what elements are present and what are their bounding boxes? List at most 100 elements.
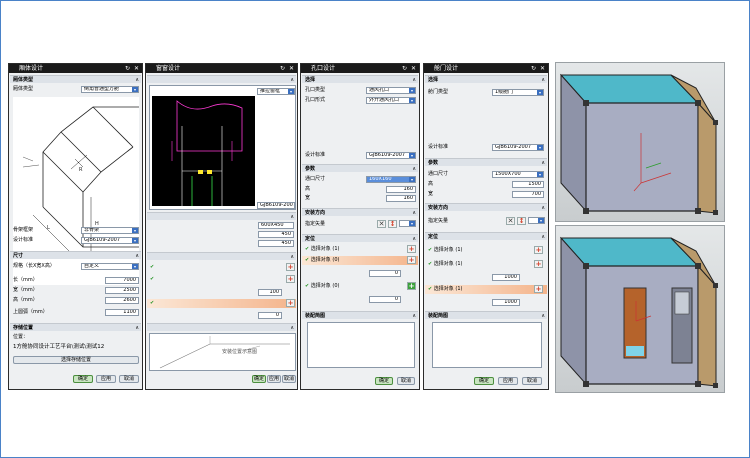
section-position[interactable]: ∧ bbox=[147, 252, 296, 260]
ok-button[interactable]: 确定 bbox=[375, 377, 393, 385]
vector-icon[interactable]: ↕ bbox=[517, 217, 526, 225]
hole-type-select[interactable]: 通风孔口 ▾ bbox=[366, 87, 416, 94]
height-input[interactable]: 1500 bbox=[512, 181, 544, 188]
width-input[interactable]: 160 bbox=[386, 195, 416, 202]
ok-button[interactable]: 确定 bbox=[474, 377, 494, 385]
offset-input-2[interactable]: 0 bbox=[369, 296, 401, 303]
spec-select[interactable]: 自定义 ▾ bbox=[81, 263, 139, 270]
offset-input-1[interactable]: 1000 bbox=[492, 274, 520, 281]
collapse-icon[interactable]: ∧ bbox=[135, 252, 139, 260]
standard-select[interactable]: GJB6109-2007 ▾ bbox=[492, 144, 544, 151]
height-input[interactable]: 160 bbox=[386, 186, 416, 193]
skeleton-select[interactable]: 非骨架 ▾ bbox=[81, 227, 139, 234]
offset-input-1[interactable]: 0 bbox=[369, 270, 401, 277]
section-preview[interactable]: 装配简图 ∧ bbox=[425, 311, 547, 319]
select-object-2[interactable]: 选择对象 (1) bbox=[434, 261, 463, 267]
vector-icon[interactable]: ↕ bbox=[388, 220, 397, 228]
hole-form-label: 孔口形式 bbox=[305, 97, 326, 103]
section-select[interactable]: 选择 ∧ bbox=[425, 75, 547, 83]
size-label: 通口尺寸 bbox=[428, 171, 449, 177]
section-storage[interactable]: 存储位置 ∧ bbox=[10, 323, 141, 331]
window-controls-icon[interactable]: ↻ ✕ bbox=[125, 64, 140, 73]
standard-label: 设计标准 bbox=[305, 152, 326, 158]
select-object-3[interactable]: 选择对象 (0) bbox=[311, 283, 340, 289]
check-icon: ✔ bbox=[428, 286, 433, 292]
select-location-button[interactable]: 选择存储位置 bbox=[13, 356, 139, 364]
section-direction[interactable]: 安装方向 ∧ bbox=[302, 208, 418, 216]
section-direction[interactable]: 安装方向 ∧ bbox=[425, 203, 547, 211]
length-label: 长（mm） bbox=[13, 277, 38, 283]
cabin-type-select[interactable]: 倒角普通型方舱 ▾ bbox=[81, 86, 139, 93]
dialog-title: 孔口设计 bbox=[311, 65, 336, 72]
size-select[interactable]: 600X450 bbox=[258, 222, 294, 229]
apply-button[interactable]: 应用 bbox=[267, 375, 281, 383]
length-input[interactable]: 7000 bbox=[105, 277, 139, 284]
standard-select[interactable]: GJB6109-2007 bbox=[257, 202, 295, 209]
door-type-select[interactable]: 1级舱门 ▾ bbox=[492, 89, 544, 96]
section-size[interactable]: 尺寸 ∧ bbox=[10, 251, 141, 259]
ok-button[interactable]: 确定 bbox=[252, 375, 266, 383]
standard-select[interactable]: GJB6109-2007 ▾ bbox=[366, 152, 416, 159]
window-option-select[interactable]: 推拉窗框 ▾ bbox=[257, 88, 295, 95]
crosshair-icon[interactable]: + bbox=[286, 275, 295, 283]
cancel-button[interactable]: 取消 bbox=[522, 377, 542, 385]
width-input[interactable]: 450 bbox=[258, 240, 294, 247]
crosshair-icon[interactable]: + bbox=[407, 245, 416, 253]
width-input[interactable]: 700 bbox=[512, 191, 544, 198]
section-cabin-type[interactable]: 厢体类型 ∧ bbox=[10, 75, 141, 83]
crosshair-icon[interactable]: + bbox=[286, 263, 295, 271]
height-input[interactable]: 2600 bbox=[105, 297, 139, 304]
section-select[interactable]: ∧ bbox=[147, 75, 296, 83]
section-params[interactable]: 参数 ∧ bbox=[425, 158, 547, 166]
select-object-1[interactable]: 选择对象 (1) bbox=[311, 246, 340, 252]
vector-select[interactable]: ▾ bbox=[399, 220, 416, 227]
crosshair-icon[interactable]: + bbox=[534, 260, 543, 268]
section-position[interactable]: 定位 ∧ bbox=[425, 232, 547, 240]
reverse-direction-icon[interactable]: ✕ bbox=[506, 217, 515, 225]
offset-input[interactable]: 100 bbox=[258, 289, 282, 296]
window-controls-icon[interactable]: ↻ ✕ bbox=[402, 64, 417, 73]
section-preview[interactable]: 装配简图 ∧ bbox=[302, 311, 418, 319]
apply-button[interactable]: 应用 bbox=[96, 375, 116, 383]
section-params[interactable]: ∧ bbox=[147, 212, 296, 220]
check-icon: ✔ bbox=[305, 283, 310, 289]
section-select[interactable]: 选择 ∧ bbox=[302, 75, 418, 83]
model-viewport-bottom[interactable] bbox=[555, 225, 725, 393]
model-viewport-top[interactable] bbox=[555, 62, 725, 222]
section-position[interactable]: 定位 ∧ bbox=[302, 234, 418, 242]
height-input[interactable]: 450 bbox=[258, 231, 294, 238]
cancel-button[interactable]: 取消 bbox=[119, 375, 139, 383]
cabin-design-dialog: 厢体设计 ↻ ✕ 厢体类型 ∧ 厢体类型 倒角普通型方舱 ▾ R L H 骨架框架 … bbox=[8, 63, 143, 390]
collapse-icon[interactable]: ∧ bbox=[135, 324, 139, 332]
ok-button[interactable]: 确定 bbox=[73, 375, 93, 383]
value-input[interactable]: 0 bbox=[258, 312, 282, 319]
reverse-direction-icon[interactable]: ✕ bbox=[377, 220, 386, 228]
cancel-button[interactable]: 取消 bbox=[397, 377, 415, 385]
select-object-2[interactable]: 选择对象 (0) bbox=[311, 257, 340, 263]
standard-label: 设计标准 bbox=[428, 144, 449, 150]
vector-select[interactable]: ▾ bbox=[528, 217, 545, 224]
cancel-button[interactable]: 取消 bbox=[282, 375, 296, 383]
hole-form-select[interactable]: 外开通风孔口 ▾ bbox=[366, 97, 416, 104]
width-input[interactable]: 2500 bbox=[105, 287, 139, 294]
crosshair-icon[interactable]: + bbox=[407, 282, 416, 290]
section-params[interactable]: 参数 ∧ bbox=[302, 164, 418, 172]
apply-button[interactable]: 应用 bbox=[498, 377, 518, 385]
window-controls-icon[interactable]: ↻ ✕ bbox=[531, 64, 546, 73]
select-object-1[interactable]: 选择对象 (1) bbox=[434, 247, 463, 253]
size-select[interactable]: 160X160 ▾ bbox=[366, 176, 416, 183]
collapse-icon[interactable]: ∧ bbox=[135, 76, 139, 84]
size-select[interactable]: 1500X700 ▾ bbox=[492, 171, 544, 178]
offset-input-2[interactable]: 1000 bbox=[492, 299, 520, 306]
crosshair-icon[interactable]: + bbox=[534, 246, 543, 254]
selected-row[interactable] bbox=[147, 299, 296, 308]
crosshair-icon[interactable]: + bbox=[534, 285, 543, 293]
crosshair-icon[interactable]: + bbox=[407, 256, 416, 264]
crosshair-icon[interactable]: + bbox=[286, 299, 295, 307]
section-preview[interactable]: ∧ bbox=[147, 323, 296, 331]
select-object-3[interactable]: 选择对象 (1) bbox=[434, 286, 463, 292]
top-arc-input[interactable]: 1100 bbox=[105, 309, 139, 316]
standard-select[interactable]: GJB6109-2007 ▾ bbox=[81, 237, 139, 244]
window-controls-icon[interactable]: ↻ ✕ bbox=[280, 64, 295, 73]
preview-label: 安装位置示意图 bbox=[222, 349, 258, 355]
